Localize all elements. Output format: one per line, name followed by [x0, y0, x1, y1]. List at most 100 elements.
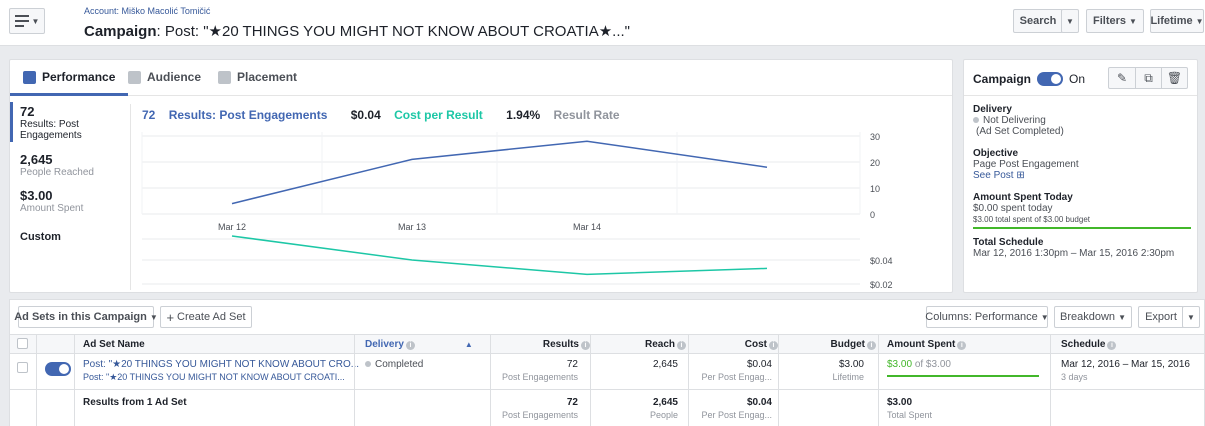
see-post-link[interactable]: See Post ⊞ — [973, 170, 1079, 181]
summary-results: 72 Post Engagements — [490, 397, 578, 421]
export-dropdown-button[interactable]: ▼ — [1182, 306, 1200, 328]
col-cost[interactable]: Cost i — [696, 339, 778, 350]
col-amount-spent[interactable]: Amount Spent i — [887, 339, 967, 350]
series-line-cost — [231, 235, 768, 276]
column-divider — [1050, 334, 1051, 426]
summary-amount-value: $3.00 — [887, 397, 913, 408]
create-label: Create Ad Set — [177, 311, 246, 323]
adset-post-name: Post: "★20 THINGS YOU MIGHT NOT KNOW ABO… — [83, 372, 345, 382]
schedule-cell: Mar 12, 2016 – Mar 15, 2016 3 days — [1061, 359, 1190, 383]
col-label: Reach — [644, 339, 675, 350]
breakdown-button[interactable]: Breakdown ▼ — [1054, 306, 1132, 328]
info-icon: i — [867, 341, 876, 350]
budget-sub: Lifetime — [832, 372, 864, 382]
column-divider — [778, 334, 779, 426]
chevron-down-icon: ▼ — [1118, 312, 1126, 322]
results-value: 72 — [566, 359, 578, 370]
chevron-down-icon: ▼ — [1066, 16, 1074, 26]
chevron-down-icon: ▼ — [1040, 312, 1049, 322]
summary-reach-value: 2,645 — [652, 397, 678, 408]
side-title: Campaign On — [973, 72, 1085, 86]
col-reach[interactable]: Reach i — [600, 339, 686, 350]
summary-reach-sub: People — [649, 410, 678, 420]
column-divider — [36, 334, 37, 426]
info-icon: i — [957, 341, 967, 350]
column-divider — [74, 334, 75, 426]
status-dot-icon — [365, 361, 371, 367]
status-dot-icon — [973, 117, 979, 123]
adset-name-cell[interactable]: Post: "★20 THINGS YOU MIGHT NOT KNOW ABO… — [83, 359, 359, 383]
adset-name[interactable]: Post: "★20 THINGS YOU MIGHT NOT KNOW ABO… — [83, 359, 359, 371]
column-divider — [490, 334, 491, 426]
account-name-link[interactable]: Miško Macolić Tomičić — [122, 6, 211, 16]
info-icon: i — [581, 341, 590, 350]
performance-chart: 30 20 10 0 Mar 12 Mar 13 Mar 14 $0.04 $0.02 — [141, 132, 893, 290]
y-tick-label: 0 — [870, 210, 875, 220]
plus-icon: + — [166, 309, 175, 325]
search-button[interactable]: Search — [1013, 9, 1063, 33]
delivery-status: Completed — [375, 359, 424, 370]
schedule-sub: 3 days — [1061, 372, 1088, 382]
table-header: Ad Set Name Delivery i ▲ Results i Reach i C… — [10, 334, 1204, 354]
export-label: Export — [1145, 311, 1177, 323]
search-dropdown-button[interactable]: ▼ — [1061, 9, 1079, 33]
results-sub: Post Engagements — [501, 372, 578, 382]
summary-cost-sub: Per Post Engag... — [701, 410, 772, 420]
col-budget[interactable]: Budget i — [786, 339, 876, 350]
filters-button[interactable]: Filters ▼ — [1086, 9, 1144, 33]
adsets-table-panel: Ad Sets in this Campaign ▼ + Create Ad Set… — [9, 299, 1205, 426]
adsets-dropdown-button[interactable]: Ad Sets in this Campaign ▼ — [14, 306, 158, 328]
summary-reach: 2,645 People — [590, 397, 678, 421]
export-button[interactable]: Export — [1138, 306, 1184, 328]
amount-spent-heading: Amount Spent Today — [973, 192, 1073, 203]
y-tick-label: $0.02 — [870, 280, 893, 290]
summary-amount: $3.00 Total Spent — [887, 397, 932, 421]
select-all-checkbox[interactable] — [17, 338, 28, 349]
duplicate-icon[interactable]: ⧉ — [1135, 68, 1161, 88]
cost-value: $0.04 — [746, 359, 772, 370]
col-adset-name[interactable]: Ad Set Name — [83, 339, 145, 350]
info-icon: i — [405, 341, 415, 350]
col-label: Delivery — [365, 339, 404, 350]
amount-spent-today: $0.00 spent today — [973, 203, 1053, 214]
create-adset-button[interactable]: + Create Ad Set — [160, 306, 252, 328]
campaign-toggle[interactable] — [1037, 72, 1064, 86]
schedule-block: Total Schedule Mar 12, 2016 1:30pm – Mar… — [973, 237, 1174, 259]
summary-cost-value: $0.04 — [746, 397, 772, 408]
y-tick-label: $0.04 — [870, 256, 893, 266]
columns-button[interactable]: Columns: Performance ▼ — [925, 306, 1049, 328]
adset-toggle[interactable] — [45, 362, 71, 376]
delivery-block: Delivery Not Delivering (Ad Set Complete… — [973, 104, 1064, 137]
edit-pencil-icon[interactable]: ✎ — [1109, 68, 1135, 88]
summary-cost: $0.04 Per Post Engag... — [690, 397, 772, 421]
col-label: Schedule — [1061, 339, 1106, 350]
x-tick-label: Mar 13 — [398, 222, 426, 232]
summary-amount-sub: Total Spent — [887, 410, 933, 420]
campaign-menu-button[interactable]: ▼ — [9, 8, 45, 34]
lifetime-button[interactable]: Lifetime ▼ — [1150, 9, 1204, 33]
column-divider — [878, 334, 879, 426]
see-post-label: See Post — [973, 170, 1014, 181]
table-row[interactable]: Post: "★20 THINGS YOU MIGHT NOT KNOW ABO… — [10, 354, 1204, 390]
chevron-down-icon: ▼ — [31, 16, 40, 26]
col-schedule[interactable]: Schedule i — [1061, 339, 1117, 350]
chevron-down-icon: ▼ — [149, 312, 158, 322]
col-delivery[interactable]: Delivery i ▲ — [365, 339, 473, 350]
trash-icon[interactable]: 🗑 — [1161, 68, 1187, 88]
objective-value: Page Post Engagement — [973, 159, 1079, 170]
delivery-sub: (Ad Set Completed) — [976, 126, 1064, 137]
col-results[interactable]: Results i — [500, 339, 590, 350]
columns-label: Columns: Performance — [925, 311, 1038, 323]
row-checkbox[interactable] — [17, 362, 28, 373]
column-divider — [590, 334, 591, 426]
column-divider — [354, 334, 355, 426]
external-link-icon: ⊞ — [1016, 170, 1025, 181]
series-line-results — [231, 140, 768, 205]
lifetime-label: Lifetime — [1150, 15, 1193, 27]
schedule-value: Mar 12, 2016 – Mar 15, 2016 — [1061, 359, 1190, 370]
col-label: Amount Spent — [887, 339, 956, 350]
top-bar: ▼ Account: Miško Macolić Tomičić Campaig… — [0, 0, 1205, 46]
budget-value: $3.00 — [838, 359, 864, 370]
results-cell: 72 Post Engagements — [490, 359, 578, 383]
filters-label: Filters — [1093, 15, 1127, 27]
